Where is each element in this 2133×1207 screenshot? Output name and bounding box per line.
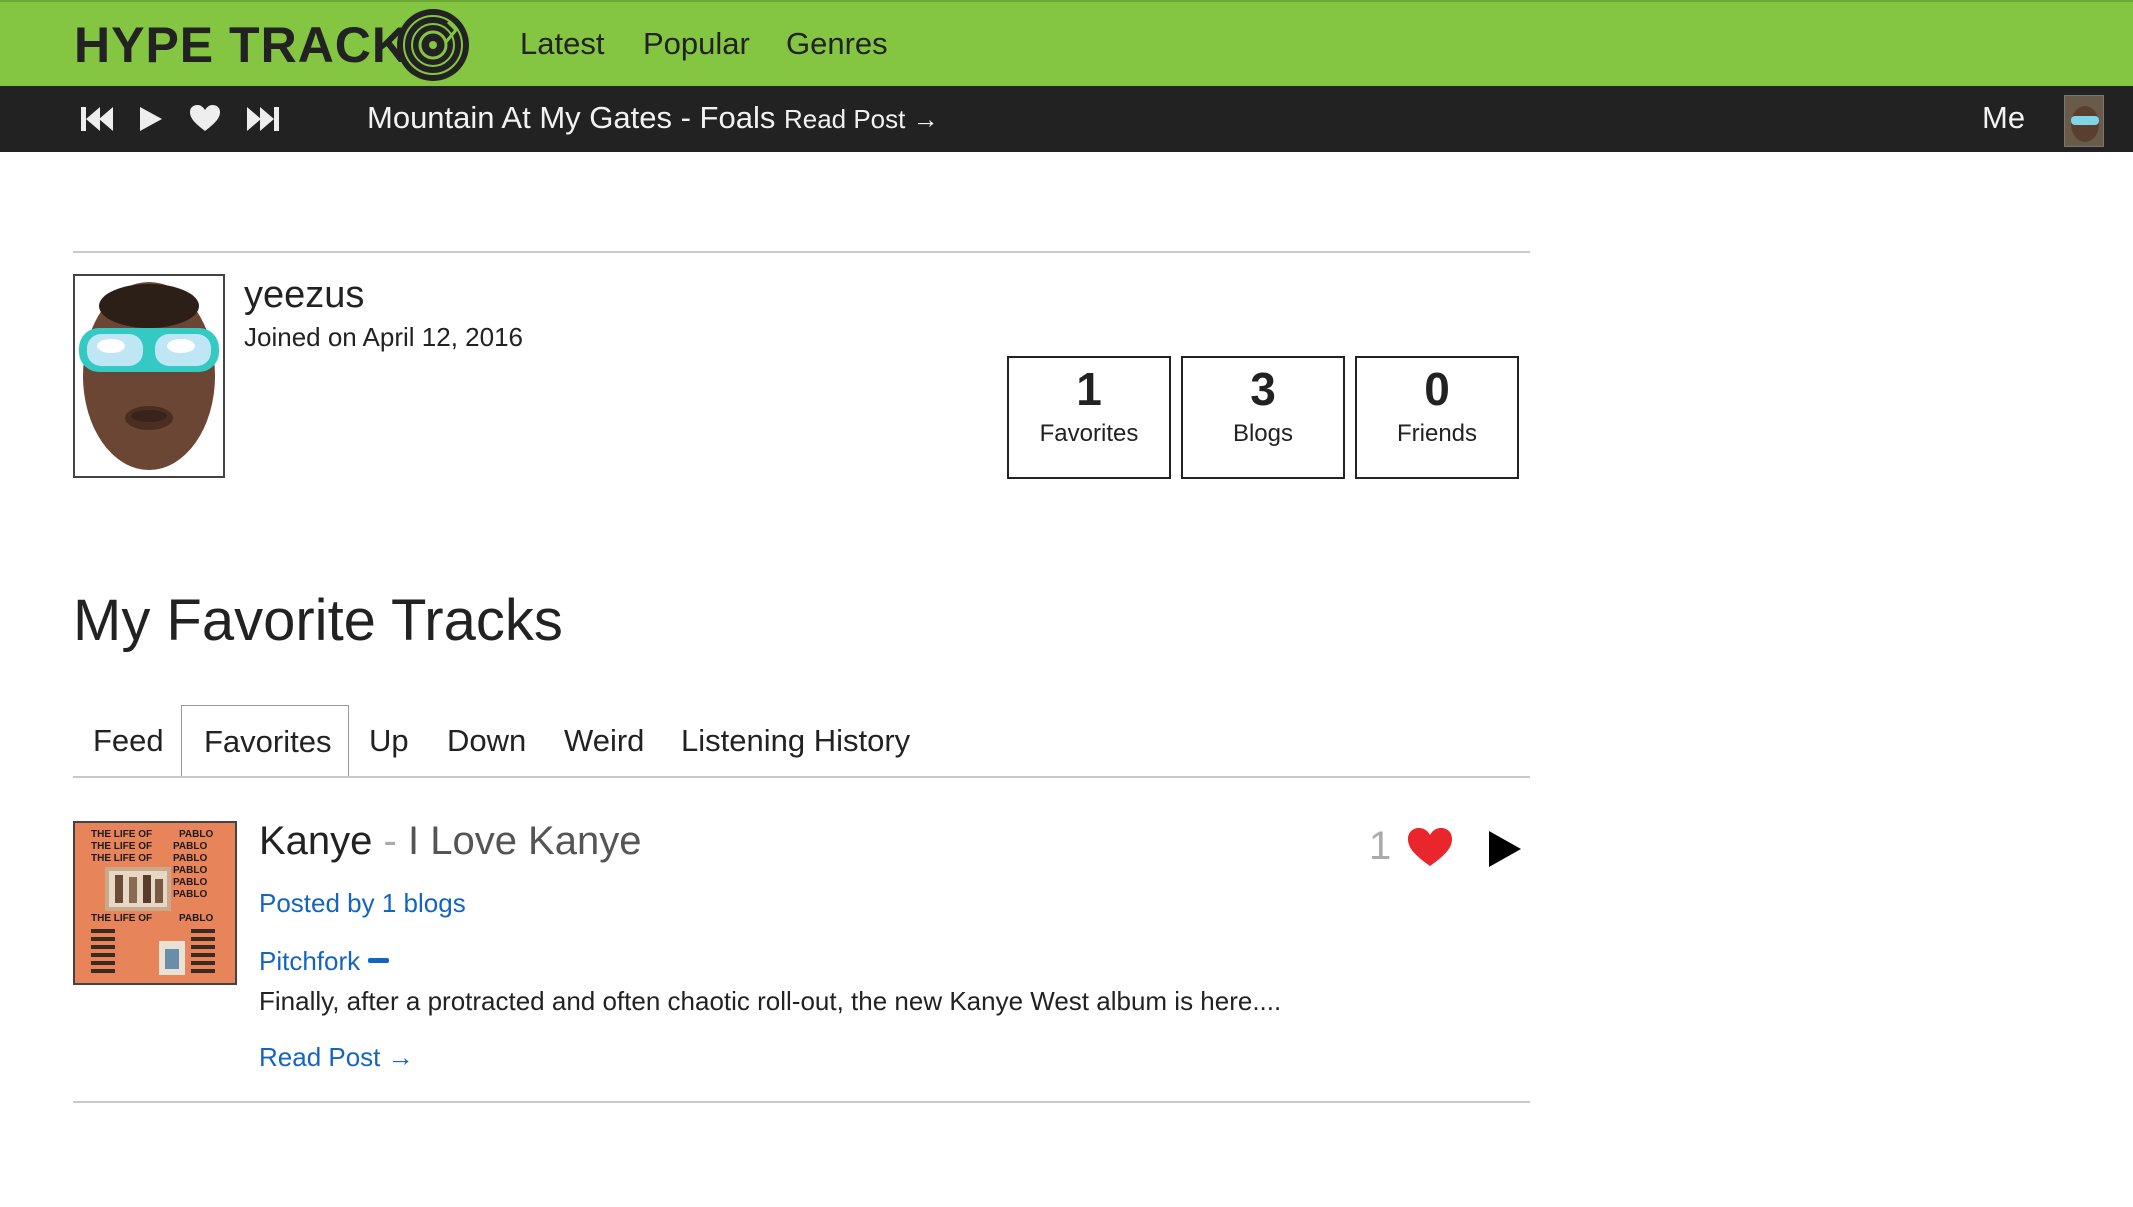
now-playing: Mountain At My Gates - Foals Read Post →	[367, 100, 939, 136]
tab-down[interactable]: Down	[447, 705, 526, 777]
divider	[73, 1101, 1530, 1103]
album-text: PABLO	[179, 913, 213, 924]
read-post-link[interactable]: Read Post →	[259, 1042, 414, 1073]
divider	[73, 251, 1530, 253]
next-icon[interactable]	[246, 103, 280, 135]
stat-label: Friends	[1396, 420, 1478, 447]
track-song[interactable]: I Love Kanye	[408, 819, 642, 863]
user-avatar[interactable]	[2064, 95, 2104, 147]
stat-blogs[interactable]: 3 Blogs	[1181, 356, 1345, 479]
stat-friends[interactable]: 0 Friends	[1355, 356, 1519, 479]
previous-icon[interactable]	[80, 103, 114, 135]
tab-feed[interactable]: Feed	[93, 705, 164, 777]
stat-value: 0	[1424, 363, 1450, 415]
stat-label: Blogs	[1232, 420, 1294, 447]
album-text: PABLO	[173, 841, 207, 852]
tab-favorites[interactable]: Favorites	[181, 705, 349, 777]
album-art[interactable]: THE LIFE OF PABLO THE LIFE OF PABLO THE …	[73, 821, 237, 985]
profile-avatar	[73, 274, 225, 478]
heart-icon[interactable]	[1407, 826, 1453, 868]
nav-latest[interactable]: Latest	[520, 26, 604, 62]
tabs-divider	[73, 776, 1530, 778]
track-title: Kanye - I Love Kanye	[259, 819, 641, 864]
vinyl-disc-icon[interactable]	[396, 8, 470, 82]
stat-favorites[interactable]: 1 Favorites	[1007, 356, 1171, 479]
tab-weird[interactable]: Weird	[564, 705, 644, 777]
album-text: PABLO	[173, 853, 207, 864]
heart-icon[interactable]	[189, 103, 221, 135]
posted-by-link[interactable]: Posted by 1 blogs	[259, 888, 466, 919]
track-artist[interactable]: Kanye	[259, 819, 372, 863]
album-text: PABLO	[173, 877, 207, 888]
me-link[interactable]: Me	[1982, 100, 2025, 136]
album-text: PABLO	[173, 889, 207, 900]
profile-username: yeezus	[244, 274, 365, 316]
stat-value: 3	[1250, 363, 1276, 415]
play-icon[interactable]	[1488, 830, 1522, 868]
section-title: My Favorite Tracks	[73, 588, 563, 653]
collapse-icon[interactable]	[368, 958, 389, 963]
favorite-count: 1	[1369, 824, 1392, 868]
now-playing-read-post-link[interactable]: Read Post →	[784, 104, 939, 134]
album-text: THE LIFE OF	[91, 829, 152, 840]
profile-joined-date: Joined on April 12, 2016	[244, 322, 523, 352]
nav-popular[interactable]: Popular	[643, 26, 750, 62]
tab-up[interactable]: Up	[369, 705, 409, 777]
album-text: PABLO	[173, 865, 207, 876]
stat-value: 1	[1076, 363, 1102, 415]
album-text: THE LIFE OF	[91, 841, 152, 852]
album-text: THE LIFE OF	[91, 853, 152, 864]
top-nav-bar: HYPE TRACK Latest Popular Genres	[0, 0, 2133, 86]
play-icon[interactable]	[138, 103, 164, 135]
now-playing-title[interactable]: Mountain At My Gates - Foals	[367, 100, 775, 135]
stat-label: Favorites	[1039, 420, 1139, 447]
player-bar: Mountain At My Gates - Foals Read Post →…	[0, 86, 2133, 152]
nav-genres[interactable]: Genres	[786, 26, 888, 62]
album-text: THE LIFE OF	[91, 913, 152, 924]
post-excerpt: Finally, after a protracted and often ch…	[259, 986, 1282, 1016]
logo-text[interactable]: HYPE TRACK	[74, 16, 409, 74]
track-separator: -	[372, 819, 408, 863]
tab-listening-history[interactable]: Listening History	[681, 705, 910, 777]
album-text: PABLO	[179, 829, 213, 840]
blog-link[interactable]: Pitchfork	[259, 946, 360, 977]
